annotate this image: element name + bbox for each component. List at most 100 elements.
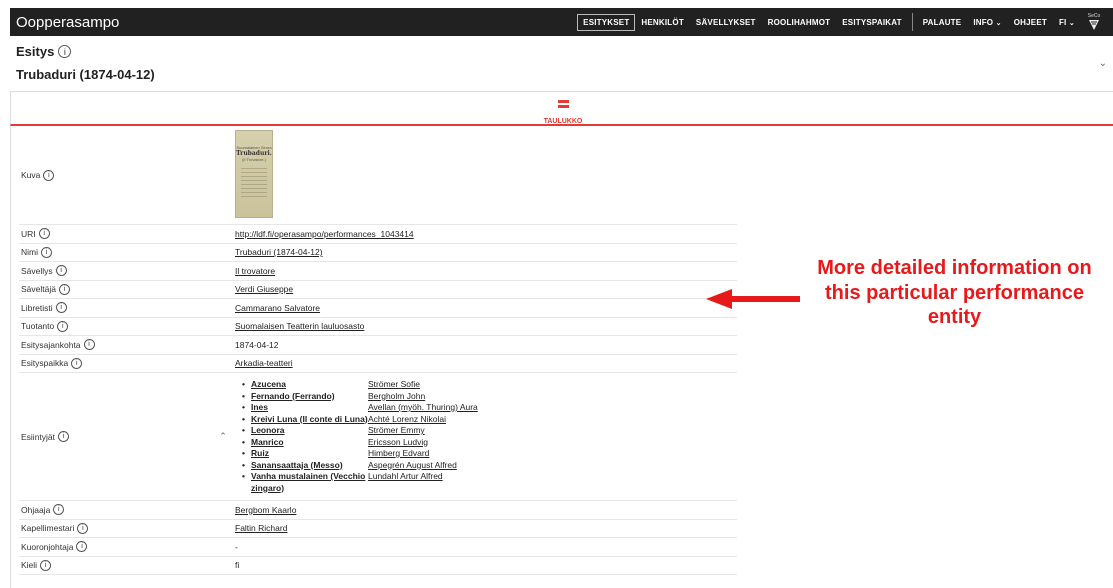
nav-roolihahmot[interactable]: ROOLIHAHMOT: [762, 18, 837, 27]
annotation-text: More detailed information on this partic…: [817, 257, 1092, 328]
info-icon[interactable]: i: [43, 169, 55, 181]
list-item: LeonoraStrömer Emmy: [242, 425, 737, 437]
info-icon[interactable]: i: [83, 339, 95, 351]
table-row: Esiintyjäti ⌃ AzucenaStrömer Sofie Ferna…: [19, 372, 737, 501]
row-label-esityspaikka: Esityspaikka i: [21, 357, 83, 369]
list-item: Kreivi Luna (Il conte di Luna)Achté Lore…: [242, 414, 737, 426]
role-link[interactable]: Fernando (Ferrando): [242, 391, 368, 403]
tab-taulukko[interactable]: TAULUKKO: [532, 100, 594, 128]
role-link[interactable]: Manrico: [242, 437, 368, 449]
nav-info-menu[interactable]: INFO ⌄: [967, 18, 1007, 27]
table-row: Libretisti i Cammarano Salvatore: [19, 298, 737, 318]
label-text: Sävellys: [21, 265, 53, 276]
info-icon[interactable]: i: [53, 504, 65, 516]
role-link[interactable]: Sanansaattaja (Messo): [242, 460, 368, 472]
label-text: Esitysajankohta: [21, 339, 81, 350]
composer-link[interactable]: Verdi Giuseppe: [235, 284, 293, 294]
row-label-saveltaja: Säveltäjä i: [21, 283, 70, 295]
language-menu[interactable]: FI ⌄: [1053, 18, 1081, 27]
production-link[interactable]: Suomalaisen Teatterin lauluosasto: [235, 321, 364, 331]
nav-esityspaikat[interactable]: ESITYSPAIKAT: [836, 18, 907, 27]
label-text: Säveltäjä: [21, 284, 56, 295]
table-row: Kapellimestari i Faltin Richard: [19, 519, 737, 538]
artist-link[interactable]: Avellan (myöh. Thuring) Aura: [368, 402, 478, 414]
row-label-libretisti: Libretisti i: [21, 302, 67, 314]
annotation-arrow-icon: [706, 289, 800, 309]
librettist-link[interactable]: Cammarano Salvatore: [235, 303, 320, 313]
list-item: Fernando (Ferrando)Bergholm John: [242, 391, 737, 403]
table-row: Nimi i Trubaduri (1874-04-12): [19, 243, 737, 262]
instance-table-panel: Kuva i Suomalainen Seura Trubaduri. (Il T…: [10, 126, 1113, 588]
row-label-ohjaaja: Ohjaaja i: [21, 504, 65, 516]
instance-table: Kuva i Suomalainen Seura Trubaduri. (Il T…: [19, 126, 737, 575]
info-icon[interactable]: i: [58, 431, 70, 442]
nav-esitykset[interactable]: ESITYKSET: [577, 13, 636, 31]
row-label-kieli: Kieli i: [21, 559, 52, 571]
performance-date: 1874-04-12: [233, 335, 737, 355]
table-icon: [557, 100, 569, 108]
conductor-link[interactable]: Faltin Richard: [235, 523, 287, 533]
info-icon[interactable]: i: [58, 283, 70, 295]
artist-link[interactable]: Himberg Edvard: [368, 448, 429, 460]
expand-header-chevron-icon[interactable]: ⌄: [1099, 58, 1107, 69]
info-icon[interactable]: i: [41, 246, 52, 258]
chevron-down-icon: ⌄: [995, 19, 1002, 27]
artist-link[interactable]: Bergholm John: [368, 391, 425, 403]
chevron-down-icon: ⌄: [1068, 19, 1075, 27]
page-title: Trubaduri (1874-04-12): [16, 67, 155, 82]
info-icon[interactable]: i: [40, 559, 52, 571]
artist-link[interactable]: Ericsson Ludvig: [368, 437, 428, 449]
collapse-chevron-up-icon[interactable]: ⌃: [211, 372, 233, 501]
artist-link[interactable]: Achté Lorenz Nikolai: [368, 414, 446, 426]
table-row: Esityspaikka i Arkadia-teatteri: [19, 354, 737, 373]
artist-link[interactable]: Strömer Sofie: [368, 379, 420, 391]
info-icon[interactable]: i: [77, 522, 89, 534]
choir-director-value: -: [233, 537, 737, 557]
list-item: RuizHimberg Edvard: [242, 448, 737, 460]
app-brand[interactable]: Oopperasampo: [16, 14, 119, 31]
name-link[interactable]: Trubaduri (1874-04-12): [235, 247, 323, 257]
info-icon[interactable]: i: [71, 357, 83, 369]
uri-link[interactable]: http://ldf.fi/operasampo/performances_10…: [235, 229, 414, 239]
venue-link[interactable]: Arkadia-teatteri: [235, 358, 293, 368]
nav-ohjeet[interactable]: OHJEET: [1008, 18, 1053, 27]
poster-image[interactable]: Suomalainen Seura Trubaduri. (Il Trovato…: [235, 130, 273, 218]
role-link[interactable]: Leonora: [242, 425, 368, 437]
director-link[interactable]: Bergbom Kaarlo: [235, 505, 296, 515]
composition-link[interactable]: Il trovatore: [235, 266, 275, 276]
table-row: Tuotanto i Suomalaisen Teatterin lauluosa…: [19, 317, 737, 336]
nav-henkilot[interactable]: HENKILÖT: [635, 18, 690, 27]
label-text: Tuotanto: [21, 321, 55, 332]
info-icon[interactable]: i: [38, 228, 50, 240]
role-link[interactable]: Ruiz: [242, 448, 368, 460]
entity-type-text: Esitys: [16, 44, 55, 59]
list-item: Vanha mustalainen (Vecchio zingaro)Lunda…: [242, 471, 737, 494]
role-link[interactable]: Azucena: [242, 379, 368, 391]
info-icon[interactable]: i: [55, 302, 67, 314]
poster-text-lines: [241, 168, 267, 198]
info-icon[interactable]: i: [57, 320, 69, 332]
nav-savellykset[interactable]: SÄVELLYKSET: [690, 18, 762, 27]
list-item: ManricoEricsson Ludvig: [242, 437, 737, 449]
artist-link[interactable]: Strömer Emmy: [368, 425, 425, 437]
label-text: Ohjaaja: [21, 504, 51, 515]
role-link[interactable]: Vanha mustalainen (Vecchio zingaro): [242, 471, 368, 494]
list-item: AzucenaStrömer Sofie: [242, 379, 737, 391]
nav-info-label: INFO: [973, 17, 994, 27]
role-link[interactable]: Ines: [242, 402, 368, 414]
label-text: Kapellimestari: [21, 523, 75, 534]
role-link[interactable]: Kreivi Luna (Il conte di Luna): [242, 414, 368, 426]
row-label-kuoronjohtaja: Kuoronjohtaja i: [21, 541, 88, 553]
artist-link[interactable]: Aspegrén August Alfred: [368, 460, 457, 472]
nav-palaute[interactable]: PALAUTE: [917, 18, 968, 27]
instance-header: Esitys i Trubaduri (1874-04-12) ⌄: [10, 36, 1113, 92]
info-icon[interactable]: i: [76, 541, 88, 553]
tab-label: TAULUKKO: [543, 118, 583, 125]
artist-link[interactable]: Lundahl Artur Alfred: [368, 471, 443, 494]
info-icon[interactable]: i: [55, 265, 67, 277]
language-label: FI: [1058, 17, 1067, 27]
info-icon[interactable]: i: [58, 45, 72, 58]
table-row: Ohjaaja i Bergbom Kaarlo: [19, 500, 737, 520]
label-text: Kuoronjohtaja: [21, 541, 74, 552]
seco-logo[interactable]: SeCo: [1081, 13, 1107, 31]
